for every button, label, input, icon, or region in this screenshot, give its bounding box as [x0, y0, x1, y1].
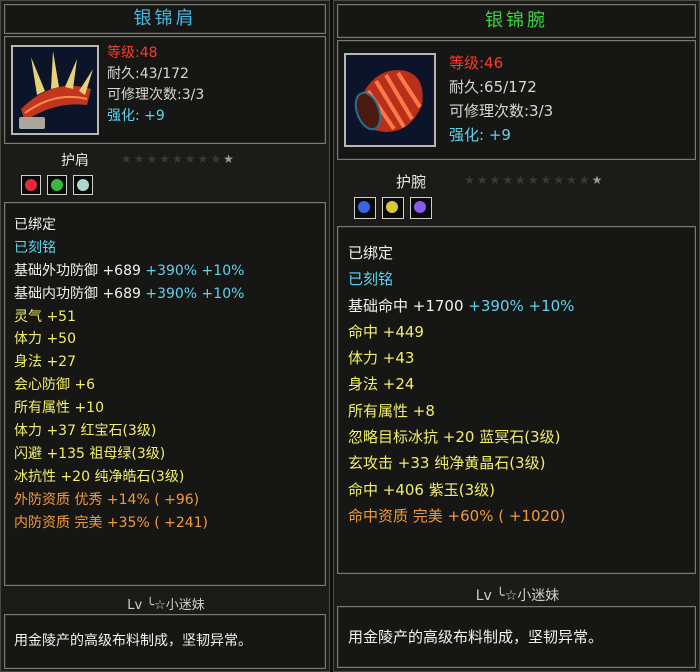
left-enhance: 强化: +9: [107, 108, 165, 124]
right-attribute-text: 玄攻击 +33 纯净黄晶石(3级): [348, 454, 546, 473]
right-gem-slot-blue[interactable]: [354, 197, 376, 219]
left-attribute-text: 内防资质 完美 +35% ( +241): [14, 514, 209, 531]
left-stats: 等级:48 耐久:43/172 可修理次数:3/3 强化: +9: [107, 43, 204, 127]
left-attribute-text: 闪避 +135 祖母绿(3级): [14, 445, 166, 462]
right-attribute-line: 基础命中 +1700 +390% +10%: [348, 293, 574, 319]
right-attribute-line: 忽略目标冰抗 +20 蓝冥石(3级): [348, 424, 574, 450]
right-attribute-text: 命中资质 完美 +60% ( +1020): [348, 506, 566, 525]
left-attribute-line: 会心防御 +6: [14, 374, 244, 397]
right-attribute-line: 身法 +24: [348, 371, 574, 397]
left-attribute-text: 冰抗性 +20 纯净皓石(3级): [14, 468, 185, 485]
right-attribute-line: 已绑定: [348, 240, 574, 266]
left-attribute-line: 已绑定: [14, 214, 244, 237]
left-attribute-text: 所有属性 +10: [14, 400, 104, 417]
left-level: 等级:48: [107, 45, 158, 61]
left-attribute-line: 内防资质 完美 +35% ( +241): [14, 512, 244, 535]
right-attribute-text: 所有属性 +8: [348, 401, 435, 420]
right-attribute-text: 体力 +43: [348, 349, 415, 368]
right-title-box: 银锦腕: [337, 4, 696, 38]
left-gem-slot-white[interactable]: [73, 175, 93, 195]
left-attribute-line: 外防资质 优秀 +14% ( +96): [14, 489, 244, 512]
right-attribute-bonus: +390% +10%: [463, 296, 575, 315]
right-item-portrait: [344, 53, 436, 147]
right-slot-label: 护腕: [396, 173, 427, 191]
left-attribute-text: 基础内功防御 +689: [14, 285, 141, 302]
left-attribute-line: 体力 +37 红宝石(3级): [14, 420, 244, 443]
left-attribute-line: 闪避 +135 祖母绿(3级): [14, 443, 244, 466]
left-attribute-text: 外防资质 优秀 +14% ( +96): [14, 491, 200, 508]
right-gem-slot-purple[interactable]: [410, 197, 432, 219]
left-attribute-box: 已绑定 已刻铭 基础外功防御 +689 +390% +10% 基础内功防御 +689 …: [4, 202, 326, 586]
left-attribute-line: 基础外功防御 +689 +390% +10%: [14, 260, 244, 283]
left-item-tooltip: 银锦肩 等级:48 耐久:43/172 可修理次数:3/3 强化: +9 护肩 …: [0, 0, 330, 672]
left-attribute-text: 已刻铭: [14, 239, 56, 256]
left-attribute-line: 所有属性 +10: [14, 397, 244, 420]
shoulder-armor-icon: [13, 47, 97, 133]
left-info-box: 等级:48 耐久:43/172 可修理次数:3/3 强化: +9: [4, 36, 326, 144]
left-attribute-bonus: +390% +10%: [140, 262, 245, 279]
left-attribute-line: 身法 +27: [14, 351, 244, 374]
bracer-icon: [346, 55, 434, 145]
left-description-box: 用金陵产的高级布料制成，坚韧异常。: [4, 614, 326, 669]
left-gem-slot-green[interactable]: [47, 175, 67, 195]
right-attribute-line: 已刻铭: [348, 266, 574, 292]
right-stats: 等级:46 耐久:65/172 可修理次数:3/3 强化: +9: [449, 51, 553, 147]
right-attribute-line: 命中资质 完美 +60% ( +1020): [348, 503, 574, 529]
right-description: 用金陵产的高级布料制成，坚韧异常。: [348, 628, 604, 646]
left-item-name: 银锦肩: [133, 8, 197, 29]
right-attribute-line: 玄攻击 +33 纯净黄晶石(3级): [348, 450, 574, 476]
right-durability: 耐久:65/172: [449, 78, 537, 96]
left-repairs: 可修理次数:3/3: [107, 87, 205, 103]
left-attribute-bonus: +390% +10%: [140, 285, 245, 302]
right-attribute-line: 体力 +43: [348, 345, 574, 371]
left-attribute-line: 灵气 +51: [14, 306, 244, 329]
right-attribute-line: 命中 +406 紫玉(3级): [348, 477, 574, 503]
right-attribute-box: 已绑定已刻铭基础命中 +1700 +390% +10% 命中 +449 体力 +43…: [337, 226, 696, 574]
left-attribute-list: 已绑定 已刻铭 基础外功防御 +689 +390% +10% 基础内功防御 +689 …: [14, 214, 244, 534]
right-attribute-text: 已绑定: [348, 244, 394, 262]
right-attribute-text: 身法 +24: [348, 375, 415, 394]
right-item-tooltip: 银锦腕 等级:46 耐久:65/172 可修理次数:3/3 强化: +9 护腕 …: [333, 0, 700, 672]
right-attribute-line: 命中 +449: [348, 319, 574, 345]
left-attribute-text: 体力 +37 红宝石(3级): [14, 423, 157, 440]
right-signature: Lv ╰☆小迷妹: [475, 588, 560, 604]
left-attribute-line: 冰抗性 +20 纯净皓石(3级): [14, 466, 244, 489]
left-attribute-text: 已绑定: [14, 217, 56, 233]
left-signature: Lv ╰☆小迷妹: [127, 598, 205, 613]
left-title-box: 银锦肩: [4, 4, 326, 34]
right-item-name: 银锦腕: [485, 10, 548, 31]
right-star-rating: ★★★★★★★★★★★: [464, 173, 605, 187]
left-attribute-line: 体力 +50: [14, 328, 244, 351]
left-gem-slot-red[interactable]: [21, 175, 41, 195]
right-description-box: 用金陵产的高级布料制成，坚韧异常。: [337, 606, 696, 668]
left-attribute-line: 基础内功防御 +689 +390% +10%: [14, 283, 244, 306]
right-attribute-text: 命中 +406 紫玉(3级): [348, 480, 495, 499]
right-attribute-text: 已刻铭: [348, 270, 394, 289]
left-attribute-text: 体力 +50: [14, 331, 76, 348]
left-attribute-text: 会心防御 +6: [14, 377, 96, 394]
right-gem-slot-yellow[interactable]: [382, 197, 404, 219]
right-level: 等级:46: [449, 54, 504, 72]
left-attribute-text: 基础外功防御 +689: [14, 262, 141, 279]
left-slot-label: 护肩: [61, 153, 89, 169]
right-enhance: 强化: +9: [449, 126, 511, 144]
right-repairs: 可修理次数:3/3: [449, 102, 554, 120]
left-durability: 耐久:43/172: [107, 66, 189, 82]
right-attribute-line: 所有属性 +8: [348, 398, 574, 424]
left-attribute-line: 已刻铭: [14, 237, 244, 260]
left-attribute-text: 身法 +27: [14, 354, 76, 371]
left-description: 用金陵产的高级布料制成，坚韧异常。: [14, 633, 252, 649]
right-attribute-list: 已绑定已刻铭基础命中 +1700 +390% +10% 命中 +449 体力 +43…: [348, 240, 574, 529]
left-item-portrait: [11, 45, 99, 135]
left-star-rating: ★★★★★★★★★: [121, 152, 236, 166]
right-attribute-text: 基础命中 +1700: [348, 296, 464, 315]
right-attribute-text: 命中 +449: [348, 322, 424, 341]
right-info-box: 等级:46 耐久:65/172 可修理次数:3/3 强化: +9: [337, 40, 696, 160]
left-attribute-text: 灵气 +51: [14, 308, 76, 325]
right-attribute-text: 忽略目标冰抗 +20 蓝冥石(3级): [348, 428, 561, 447]
